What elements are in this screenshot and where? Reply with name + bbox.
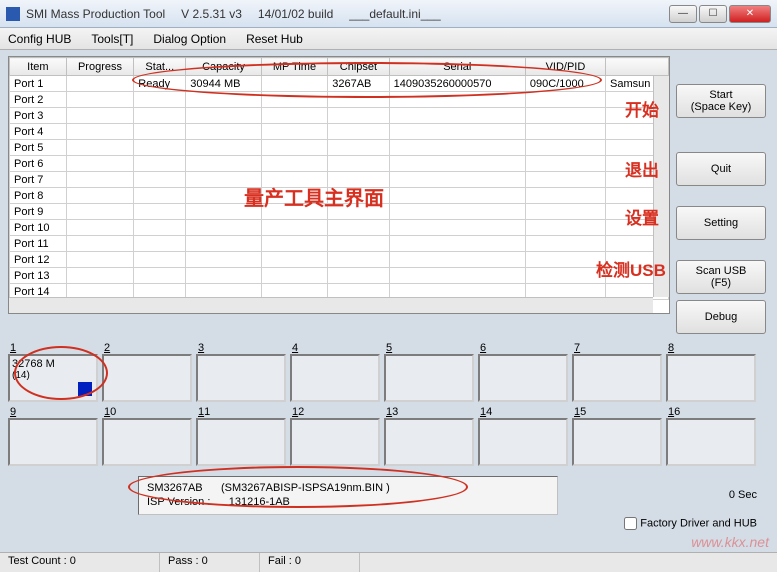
slot-8[interactable]: 8	[666, 342, 756, 402]
table-row[interactable]: Port 7	[10, 172, 669, 188]
slot-3[interactable]: 3	[196, 342, 286, 402]
watermark: www.kkx.net	[691, 534, 769, 550]
table-row[interactable]: Port 4	[10, 124, 669, 140]
table-row[interactable]: Port 9	[10, 204, 669, 220]
table-row[interactable]: Port 1Ready30944 MB3267AB140903526000057…	[10, 76, 669, 92]
app-ini: ___default.ini___	[349, 7, 440, 21]
start-button[interactable]: Start (Space Key)	[676, 84, 766, 118]
app-version: V 2.5.31 v3	[181, 7, 242, 21]
slot-4[interactable]: 4	[290, 342, 380, 402]
col-4[interactable]: MP Time	[261, 58, 328, 76]
slot-13[interactable]: 13	[384, 406, 474, 466]
slot-6[interactable]: 6	[478, 342, 568, 402]
col-1[interactable]: Progress	[66, 58, 134, 76]
slot-9[interactable]: 9	[8, 406, 98, 466]
col-2[interactable]: Stat...	[134, 58, 186, 76]
menubar: Config HUB Tools[T] Dialog Option Reset …	[0, 28, 777, 50]
slot-5[interactable]: 5	[384, 342, 474, 402]
menu-reset-hub[interactable]: Reset Hub	[242, 30, 307, 48]
col-0[interactable]: Item	[10, 58, 67, 76]
slot-1[interactable]: 132768 M(14)	[8, 342, 98, 402]
chip-info-box: SM3267AB (SM3267ABISP-ISPSA19nm.BIN ) IS…	[138, 476, 558, 515]
col-3[interactable]: Capacity	[186, 58, 261, 76]
status-test-count: Test Count : 0	[0, 553, 160, 572]
vertical-scrollbar[interactable]	[653, 76, 669, 297]
status-pass: Pass : 0	[160, 553, 260, 572]
table-row[interactable]: Port 13	[10, 268, 669, 284]
menu-config-hub[interactable]: Config HUB	[4, 30, 75, 48]
table-row[interactable]: Port 6	[10, 156, 669, 172]
scan-usb-button[interactable]: Scan USB (F5)	[676, 260, 766, 294]
table-row[interactable]: Port 3	[10, 108, 669, 124]
col-8[interactable]	[606, 58, 669, 76]
factory-driver-checkbox[interactable]	[624, 517, 637, 530]
table-row[interactable]: Port 2	[10, 92, 669, 108]
slot-16[interactable]: 16	[666, 406, 756, 466]
setting-button[interactable]: Setting	[676, 206, 766, 240]
col-6[interactable]: Serial	[389, 58, 525, 76]
port-table[interactable]: ItemProgressStat...CapacityMP TimeChipse…	[8, 56, 670, 314]
close-button[interactable]: ✕	[729, 5, 771, 23]
app-title: SMI Mass Production Tool	[26, 7, 165, 21]
elapsed-time: 0 Sec	[729, 489, 769, 501]
table-row[interactable]: Port 12	[10, 252, 669, 268]
device-slots: 132768 M(14)2345678 910111213141516	[8, 338, 769, 470]
slot-7[interactable]: 7	[572, 342, 662, 402]
quit-button[interactable]: Quit	[676, 152, 766, 186]
debug-button[interactable]: Debug	[676, 300, 766, 334]
app-build: 14/01/02 build	[258, 7, 333, 21]
titlebar: SMI Mass Production Tool V 2.5.31 v3 14/…	[0, 0, 777, 28]
menu-tools[interactable]: Tools[T]	[87, 30, 137, 48]
table-row[interactable]: Port 10	[10, 220, 669, 236]
menu-dialog-option[interactable]: Dialog Option	[149, 30, 230, 48]
horizontal-scrollbar[interactable]	[9, 297, 653, 313]
table-row[interactable]: Port 5	[10, 140, 669, 156]
table-row[interactable]: Port 8	[10, 188, 669, 204]
minimize-button[interactable]: —	[669, 5, 697, 23]
factory-driver-label: Factory Driver and HUB	[640, 517, 757, 529]
col-5[interactable]: Chipset	[328, 58, 389, 76]
status-fail: Fail : 0	[260, 553, 360, 572]
slot-15[interactable]: 15	[572, 406, 662, 466]
slot-10[interactable]: 10	[102, 406, 192, 466]
slot-12[interactable]: 12	[290, 406, 380, 466]
slot-11[interactable]: 11	[196, 406, 286, 466]
slot-14[interactable]: 14	[478, 406, 568, 466]
app-icon	[6, 7, 20, 21]
table-row[interactable]: Port 11	[10, 236, 669, 252]
statusbar: Test Count : 0 Pass : 0 Fail : 0	[0, 552, 777, 572]
maximize-button[interactable]: ☐	[699, 5, 727, 23]
col-7[interactable]: VID/PID	[525, 58, 605, 76]
slot-2[interactable]: 2	[102, 342, 192, 402]
